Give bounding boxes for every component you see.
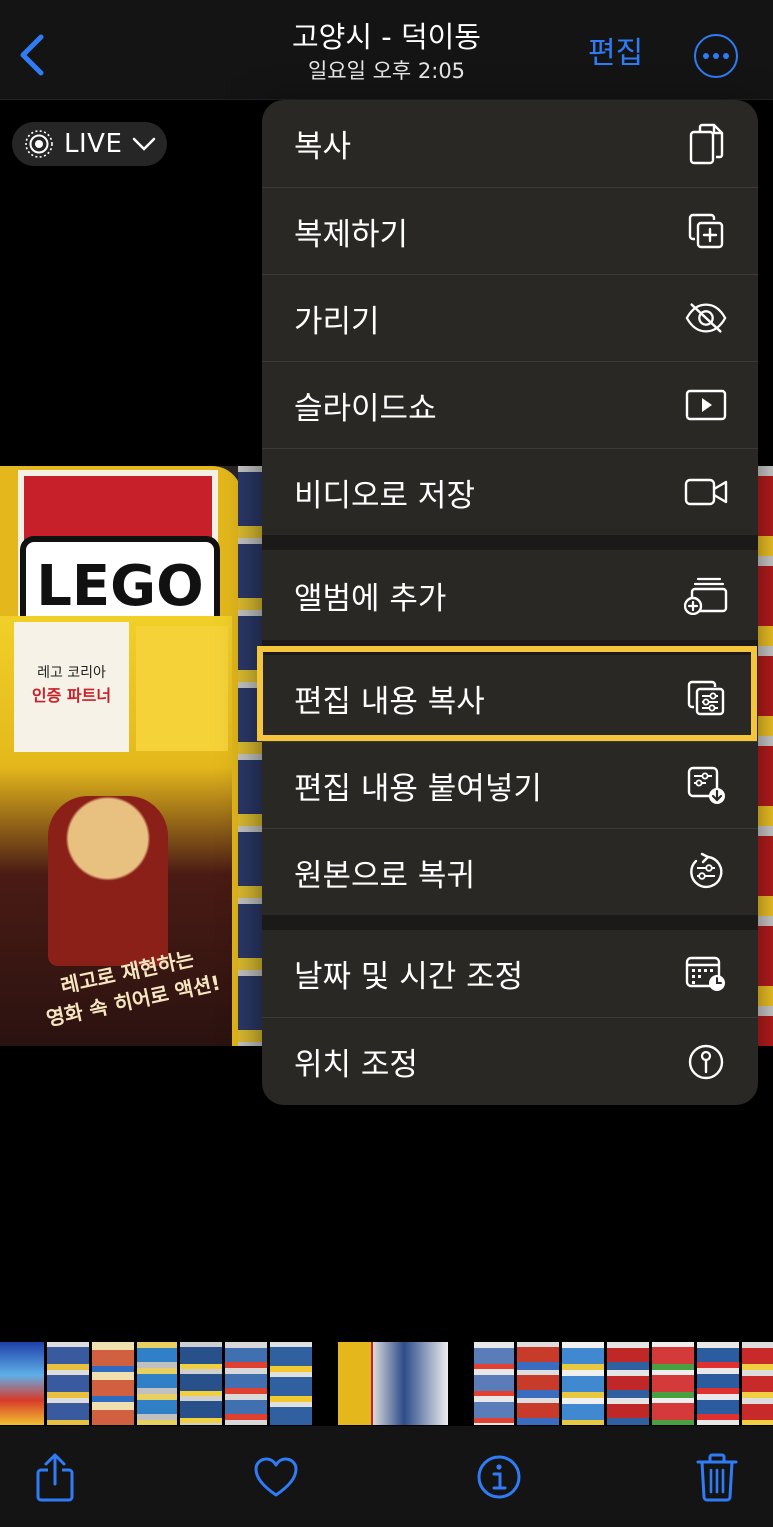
menu-item-copy[interactable]: 복사 [262,100,758,187]
copy-edits-icon [684,676,728,720]
menu-item-adjust-location[interactable]: 위치 조정 [262,1018,758,1105]
thumbnail-current[interactable] [338,1342,448,1425]
menu-item-revert-to-original[interactable]: 원본으로 복귀 [262,829,758,915]
menu-item-label: 비디오로 저장 [294,477,475,514]
menu-item-label: 앨범에 추가 [294,580,447,617]
live-label: LIVE [64,129,123,159]
heart-icon [254,1457,298,1497]
thumbnail[interactable] [697,1342,739,1425]
thumbnail[interactable] [92,1342,134,1425]
duplicate-icon [684,209,728,253]
thumbnail[interactable] [742,1342,773,1425]
thumbnail-filmstrip[interactable] [0,1342,773,1425]
chevron-left-icon [20,34,44,76]
menu-item-label: 복사 [294,129,352,165]
menu-item-add-to-album[interactable]: 앨범에 추가 [262,550,758,640]
menu-item-label: 원본으로 복귀 [294,857,475,894]
thumbnail[interactable] [607,1342,649,1425]
store-shelves-left [238,466,263,1046]
menu-item-adjust-date-time[interactable]: 날짜 및 시간 조정 [262,930,758,1017]
thumbnail[interactable] [47,1342,89,1425]
menu-item-label: 위치 조정 [294,1047,418,1083]
menu-item-label: 편집 내용 복사 [294,683,485,720]
thumbnail[interactable] [137,1342,177,1425]
menu-item-slideshow[interactable]: 슬라이드쇼 [262,362,758,448]
navigation-bar: 고양시 - 덕이동 일요일 오후 2:05 편집 [0,0,773,100]
thumbnail[interactable] [180,1342,222,1425]
menu-item-copy-edits[interactable]: 편집 내용 복사 [262,655,758,741]
eye-slash-icon [684,296,728,340]
menu-group-separator [262,915,758,930]
store-shelves-right [757,466,773,1046]
info-icon [477,1455,521,1499]
thumbnail-gap [451,1342,471,1425]
paste-edits-icon [684,763,728,807]
partner-card-line2: 인증 파트너 [31,686,112,705]
thumbnail-gap [315,1342,335,1425]
menu-item-paste-edits[interactable]: 편집 내용 붙여넣기 [262,742,758,828]
menu-item-label: 편집 내용 붙여넣기 [294,770,542,807]
edit-button[interactable]: 편집 [588,34,643,74]
revert-icon [684,850,728,894]
menu-item-label: 가리기 [294,303,380,340]
live-photo-badge[interactable]: LIVE [12,122,167,166]
thumbnail[interactable] [517,1342,559,1425]
info-button[interactable] [474,1450,524,1504]
menu-group-separator [262,535,758,550]
video-camera-icon [684,470,728,514]
back-button[interactable] [14,30,50,80]
menu-item-duplicate[interactable]: 복제하기 [262,188,758,274]
thumbnail[interactable] [562,1342,604,1425]
partner-notice [136,626,228,751]
thumbnail[interactable] [474,1342,514,1425]
context-menu: 복사 복제하기 가리기 슬라이드쇼 비디오로 저장 앨범에 추가 편집 내용 복… [262,100,758,1105]
copy-icon [684,122,728,166]
partner-card-line1: 레고 코리아 [37,665,106,681]
add-to-album-icon [684,573,728,617]
play-rectangle-icon [684,383,728,427]
menu-group-separator [262,640,758,655]
thumbnail[interactable] [652,1342,694,1425]
title-block: 고양시 - 덕이동 일요일 오후 2:05 [0,18,773,86]
more-options-button[interactable] [694,34,738,78]
photo-location-title: 고양시 - 덕이동 [292,20,481,54]
menu-item-hide[interactable]: 가리기 [262,275,758,361]
minifigure [48,796,168,966]
menu-item-label: 복제하기 [294,216,409,253]
calendar-clock-icon [684,952,728,996]
favorite-button[interactable] [251,1450,301,1504]
photo-timestamp: 일요일 오후 2:05 [307,59,466,83]
partner-card: 레고 코리아 인증 파트너 [14,622,129,752]
thumbnail[interactable] [225,1342,267,1425]
location-info-icon [684,1040,728,1084]
share-icon [36,1453,74,1502]
ellipsis-icon [703,53,729,59]
bottom-toolbar [0,1426,773,1527]
delete-button[interactable] [692,1450,742,1504]
menu-item-label: 날짜 및 시간 조정 [294,959,524,995]
thumbnail[interactable] [270,1342,312,1425]
chevron-down-icon [133,137,156,151]
menu-item-save-as-video[interactable]: 비디오로 저장 [262,449,758,535]
live-photo-icon [25,130,53,158]
thumbnail[interactable] [0,1342,44,1425]
share-button[interactable] [30,1450,80,1504]
trash-icon [696,1453,738,1502]
menu-item-label: 슬라이드쇼 [294,390,437,427]
